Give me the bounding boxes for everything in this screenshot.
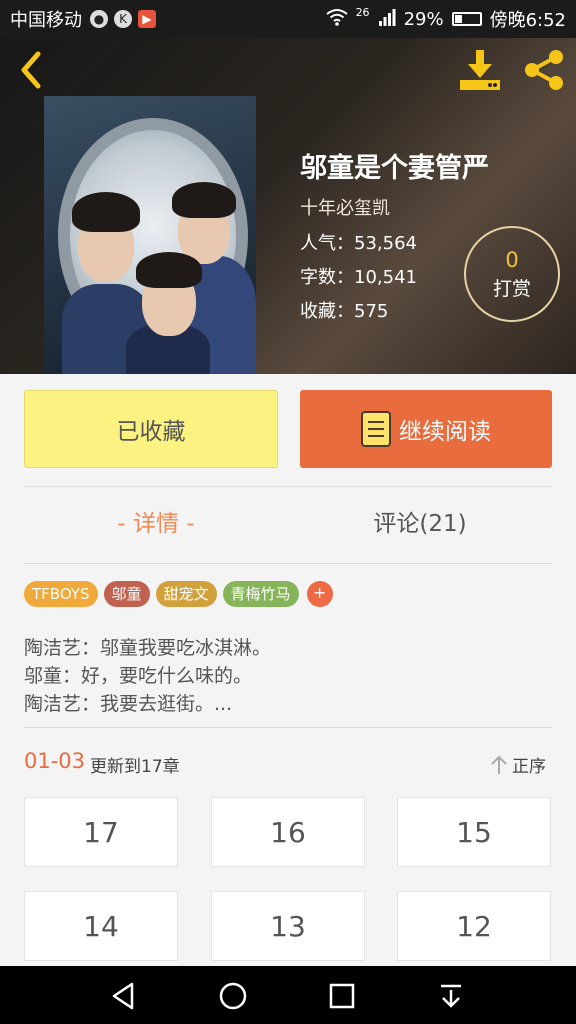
sort-order-button[interactable]: 正序 [490,752,546,777]
carrier-label: 中国移动 [10,10,82,31]
notification-icon: ● [90,10,108,28]
description-line: 陶洁艺：我要去逛街。... [24,693,233,715]
network-label: 26 [355,5,370,19]
tag-item[interactable]: 邬童 [103,581,150,607]
sort-label: 正序 [512,757,546,777]
battery-percent: 29% [403,8,444,30]
chapter-button[interactable]: 13 [211,891,365,961]
cover-hair [172,182,236,218]
description-line: 陶洁艺：邬童我要吃冰淇淋。 [24,637,272,659]
tag-item[interactable]: 甜宠文 [155,581,217,607]
book-cover[interactable] [44,96,256,374]
reward-count: 0 [505,247,519,272]
word-count-stat: 字数：10,541 [300,267,417,288]
divider [24,563,552,564]
battery-icon [451,12,482,26]
status-right: 26 29% 傍晚6:52 [325,5,566,32]
book-author[interactable]: 十年必玺凯 [300,194,390,220]
divider [24,486,552,487]
divider [24,727,552,728]
chapter-button[interactable]: 14 [24,891,178,961]
reward-button[interactable]: 0 打赏 [464,226,560,322]
download-button[interactable] [458,48,502,92]
download-icon [460,50,500,90]
chapter-button[interactable]: 12 [397,891,551,961]
share-icon [525,50,563,90]
description-line: 邬童：好，要吃什么味的。 [24,665,253,687]
update-status: 更新到17章 [90,757,180,777]
wifi-icon [325,8,348,31]
chapter-button[interactable]: 16 [211,797,365,867]
book-header: 邬童是个妻管严 十年必玺凯 人气：53,564 字数：10,541 收藏：575… [0,38,576,374]
book-detail-content: 已收藏 继续阅读 - 详情 - 评论(21) TFBOYS 邬童 甜宠文 青梅竹… [0,374,576,966]
tag-item[interactable]: TFBOYS [24,581,98,607]
tag-item[interactable]: 青梅竹马 [222,581,299,607]
arrow-up-icon [491,755,507,774]
home-circle-icon [219,982,247,1010]
tab-comments[interactable]: 评论(21) [288,504,552,538]
book-icon [361,411,391,447]
status-bar: 中国移动 ● K ▶ 26 29% 傍晚6:52 [0,0,576,38]
nav-recents-button[interactable] [324,978,360,1014]
continue-reading-label: 继续阅读 [399,419,491,445]
clock: 傍晚6:52 [489,10,566,31]
book-description[interactable]: 陶洁艺：邬童我要吃冰淇淋。 邬童：好，要吃什么味的。 陶洁艺：我要去逛街。... [24,634,271,718]
signal-icon [378,8,396,31]
favorites-stat: 收藏：575 [300,301,389,322]
tag-list: TFBOYS 邬童 甜宠文 青梅竹马 + [24,581,333,607]
reward-label: 打赏 [492,277,531,300]
chapter-button[interactable]: 17 [24,797,178,867]
video-app-icon: ▶ [138,10,156,28]
continue-reading-button[interactable]: 继续阅读 [300,390,552,468]
nav-notification-button[interactable] [433,978,469,1014]
notification-pulldown-icon [441,984,461,1008]
back-triangle-icon [112,982,134,1010]
nav-home-button[interactable] [215,978,251,1014]
chevron-left-icon [21,51,41,89]
add-tag-button[interactable]: + [306,581,333,607]
share-button[interactable] [520,48,568,92]
book-title: 邬童是个妻管严 [300,153,489,184]
nav-back-button[interactable] [106,978,142,1014]
chapter-button[interactable]: 15 [397,797,551,867]
recents-square-icon [329,983,355,1009]
navigation-bar [0,966,576,1024]
popularity-stat: 人气：53,564 [300,233,417,254]
k-app-icon: K [114,10,132,28]
collected-label: 已收藏 [116,419,186,445]
cover-hair [72,192,140,232]
tab-detail[interactable]: - 详情 - [24,504,288,538]
collected-button[interactable]: 已收藏 [24,390,278,468]
update-date: 01-03 [24,749,86,773]
back-button[interactable] [14,50,50,90]
cover-hair [136,252,202,288]
